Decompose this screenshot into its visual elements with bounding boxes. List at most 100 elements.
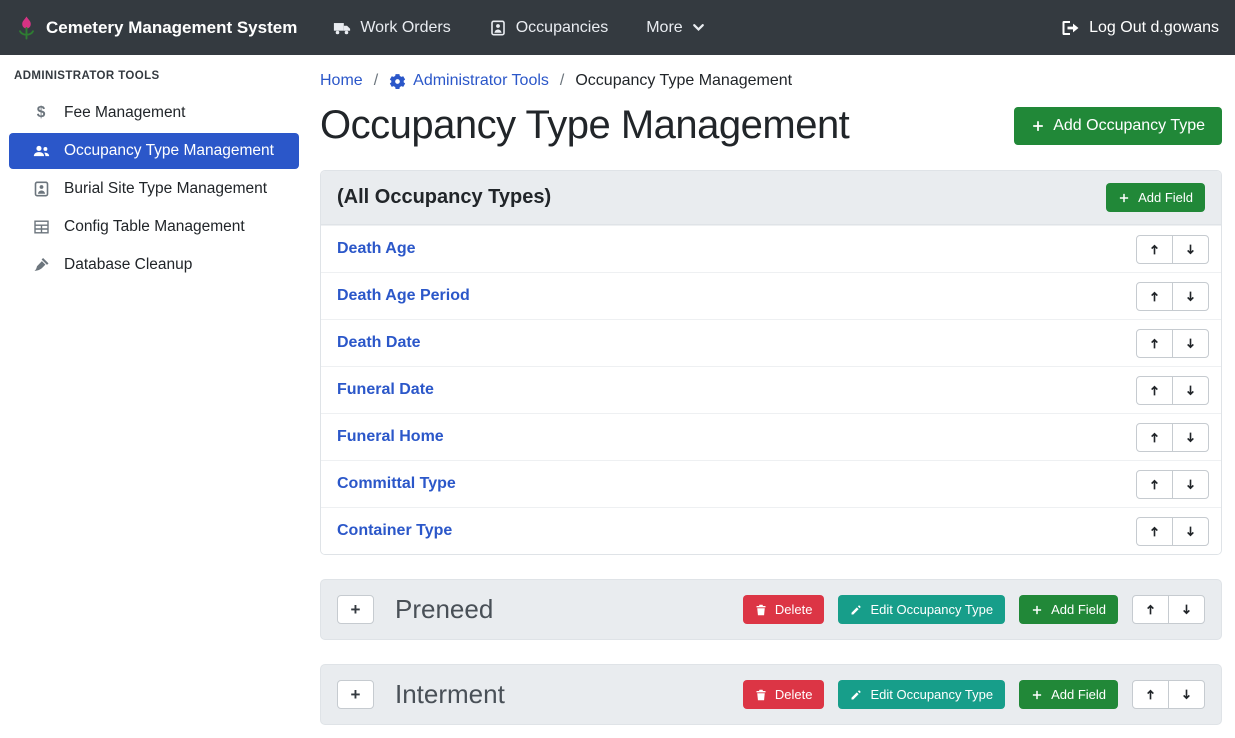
- app-brand[interactable]: Cemetery Management System: [16, 15, 297, 41]
- arrow-up-icon: [1148, 478, 1161, 491]
- move-down-button[interactable]: [1172, 282, 1209, 311]
- move-down-button[interactable]: [1172, 376, 1209, 405]
- move-down-button[interactable]: [1172, 470, 1209, 499]
- plus-icon: [1031, 604, 1043, 616]
- nav-work-orders[interactable]: Work Orders: [333, 19, 450, 37]
- nav-more[interactable]: More: [646, 19, 704, 37]
- nav-occupancies[interactable]: Occupancies: [489, 19, 609, 37]
- move-up-button[interactable]: [1136, 517, 1173, 546]
- move-down-button[interactable]: [1168, 595, 1205, 624]
- field-row: Death Date: [321, 319, 1221, 366]
- move-down-button[interactable]: [1172, 517, 1209, 546]
- arrow-down-icon: [1180, 603, 1193, 616]
- occupancy-type-group-preneed: + Preneed Delete Edit Occupancy Type Add…: [320, 579, 1222, 640]
- arrow-down-icon: [1184, 290, 1197, 303]
- field-row: Committal Type: [321, 460, 1221, 507]
- reorder-buttons: [1136, 517, 1209, 546]
- arrow-down-icon: [1180, 688, 1193, 701]
- logout-label: Log Out d.gowans: [1089, 19, 1219, 37]
- plus-icon: [1118, 192, 1130, 204]
- add-field-button[interactable]: Add Field: [1019, 595, 1118, 624]
- expand-button[interactable]: +: [337, 595, 374, 624]
- field-link-container-type[interactable]: Container Type: [337, 522, 452, 540]
- add-occupancy-type-label: Add Occupancy Type: [1053, 117, 1205, 135]
- main-content: Home / Administrator Tools / Occupancy T…: [308, 55, 1235, 738]
- arrow-up-icon: [1148, 431, 1161, 444]
- breadcrumb-admin-tools[interactable]: Administrator Tools: [389, 72, 549, 90]
- breadcrumb: Home / Administrator Tools / Occupancy T…: [320, 72, 1222, 90]
- top-navbar: Cemetery Management System Work Orders O…: [0, 0, 1235, 55]
- trash-icon: [755, 604, 767, 616]
- expand-button[interactable]: +: [337, 680, 374, 709]
- breadcrumb-admin-tools-label: Administrator Tools: [413, 72, 549, 90]
- nav-more-label: More: [646, 19, 682, 37]
- arrow-down-icon: [1184, 525, 1197, 538]
- edit-occupancy-type-button[interactable]: Edit Occupancy Type: [838, 595, 1005, 624]
- logout-button[interactable]: Log Out d.gowans: [1061, 19, 1219, 37]
- field-link-death-age-period[interactable]: Death Age Period: [337, 287, 470, 305]
- field-link-death-date[interactable]: Death Date: [337, 334, 421, 352]
- move-up-button[interactable]: [1136, 235, 1173, 264]
- sidebar-item-occupancy-type-management[interactable]: Occupancy Type Management: [9, 133, 299, 169]
- arrow-up-icon: [1144, 688, 1157, 701]
- field-link-funeral-date[interactable]: Funeral Date: [337, 381, 434, 399]
- tulip-logo-icon: [16, 15, 37, 41]
- reorder-buttons: [1132, 595, 1205, 624]
- truck-icon: [333, 20, 351, 36]
- arrow-down-icon: [1184, 243, 1197, 256]
- field-link-death-age[interactable]: Death Age: [337, 240, 416, 258]
- move-down-button[interactable]: [1168, 680, 1205, 709]
- page-title: Occupancy Type Management: [320, 103, 849, 148]
- chevron-down-icon: [692, 21, 705, 34]
- sidebar-item-label: Occupancy Type Management: [64, 142, 274, 160]
- table-icon: [31, 219, 51, 235]
- group-title: Interment: [395, 679, 505, 710]
- move-down-button[interactable]: [1172, 329, 1209, 358]
- move-up-button[interactable]: [1136, 329, 1173, 358]
- move-up-button[interactable]: [1136, 423, 1173, 452]
- arrow-up-icon: [1148, 384, 1161, 397]
- field-link-committal-type[interactable]: Committal Type: [337, 475, 456, 493]
- arrow-up-icon: [1148, 337, 1161, 350]
- main-nav: Work Orders Occupancies More: [333, 19, 704, 37]
- sidebar-item-burial-site-type-management[interactable]: Burial Site Type Management: [9, 171, 299, 207]
- breadcrumb-separator: /: [560, 72, 564, 90]
- arrow-down-icon: [1184, 431, 1197, 444]
- add-field-button[interactable]: Add Field: [1106, 183, 1205, 212]
- pencil-icon: [850, 689, 862, 701]
- trash-icon: [755, 689, 767, 701]
- breadcrumb-current: Occupancy Type Management: [575, 72, 792, 90]
- move-up-button[interactable]: [1132, 595, 1169, 624]
- dollar-icon: $: [31, 104, 51, 122]
- broom-icon: [31, 257, 51, 273]
- add-occupancy-type-button[interactable]: Add Occupancy Type: [1014, 107, 1222, 145]
- sidebar-item-fee-management[interactable]: $ Fee Management: [9, 95, 299, 131]
- edit-occupancy-type-button[interactable]: Edit Occupancy Type: [838, 680, 1005, 709]
- arrow-down-icon: [1184, 478, 1197, 491]
- delete-button[interactable]: Delete: [743, 680, 825, 709]
- field-link-funeral-home[interactable]: Funeral Home: [337, 428, 444, 446]
- move-up-button[interactable]: [1136, 376, 1173, 405]
- move-down-button[interactable]: [1172, 423, 1209, 452]
- breadcrumb-home[interactable]: Home: [320, 72, 363, 90]
- add-field-button[interactable]: Add Field: [1019, 680, 1118, 709]
- move-up-button[interactable]: [1136, 470, 1173, 499]
- sidebar-item-config-table-management[interactable]: Config Table Management: [9, 209, 299, 245]
- move-up-button[interactable]: [1132, 680, 1169, 709]
- sidebar: Administrator Tools $ Fee Management Occ…: [0, 55, 308, 738]
- sidebar-heading: Administrator Tools: [0, 60, 308, 93]
- all-occupancy-types-title: (All Occupancy Types): [337, 186, 551, 209]
- sidebar-item-database-cleanup[interactable]: Database Cleanup: [9, 247, 299, 283]
- logout-icon: [1061, 20, 1080, 36]
- delete-button[interactable]: Delete: [743, 595, 825, 624]
- move-down-button[interactable]: [1172, 235, 1209, 264]
- reorder-buttons: [1136, 282, 1209, 311]
- group-actions: Delete Edit Occupancy Type Add Field: [743, 680, 1205, 709]
- move-up-button[interactable]: [1136, 282, 1173, 311]
- arrow-up-icon: [1148, 290, 1161, 303]
- app-title: Cemetery Management System: [46, 18, 297, 38]
- arrow-up-icon: [1148, 243, 1161, 256]
- portrait-icon: [489, 20, 507, 36]
- arrow-up-icon: [1144, 603, 1157, 616]
- group-actions: Delete Edit Occupancy Type Add Field: [743, 595, 1205, 624]
